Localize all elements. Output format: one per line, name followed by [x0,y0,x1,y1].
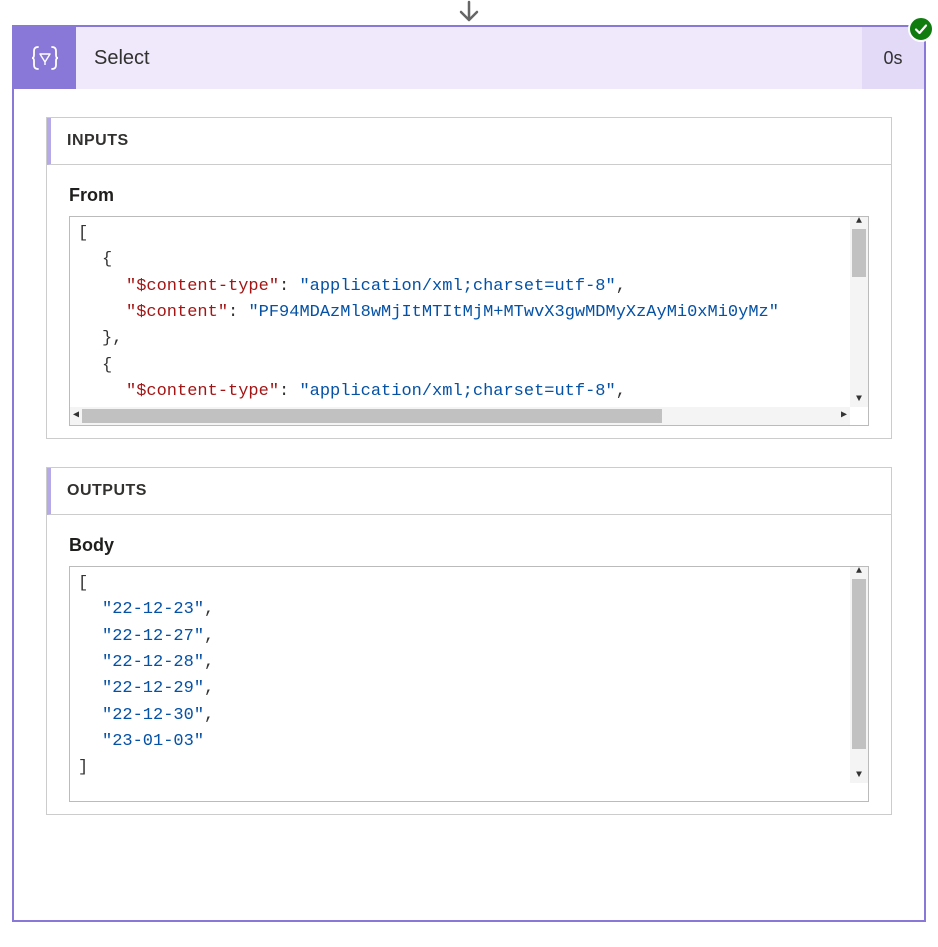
status-success-badge [908,16,934,42]
outputs-body-code[interactable]: ["22-12-23","22-12-27","22-12-28","22-12… [69,566,869,802]
inputs-vertical-scrollbar[interactable]: ▲ ▼ [850,217,868,407]
action-card[interactable]: Select 0s INPUTS From [{"$content-type":… [12,25,926,922]
select-action-icon [14,27,76,89]
inputs-from-code[interactable]: [{"$content-type": "application/xml;char… [69,216,869,426]
outputs-body-label: Body [69,535,869,556]
outputs-panel: OUTPUTS Body ["22-12-23","22-12-27","22-… [46,467,892,815]
inputs-horizontal-scrollbar[interactable]: ◀ ▶ [70,407,850,425]
action-title: Select [76,27,862,89]
action-header[interactable]: Select 0s [14,27,924,89]
outputs-vertical-scrollbar[interactable]: ▲ ▼ [850,567,868,783]
inputs-from-label: From [69,185,869,206]
outputs-heading: OUTPUTS [47,468,891,515]
inputs-panel: INPUTS From [{"$content-type": "applicat… [46,117,892,439]
inputs-heading: INPUTS [47,118,891,165]
